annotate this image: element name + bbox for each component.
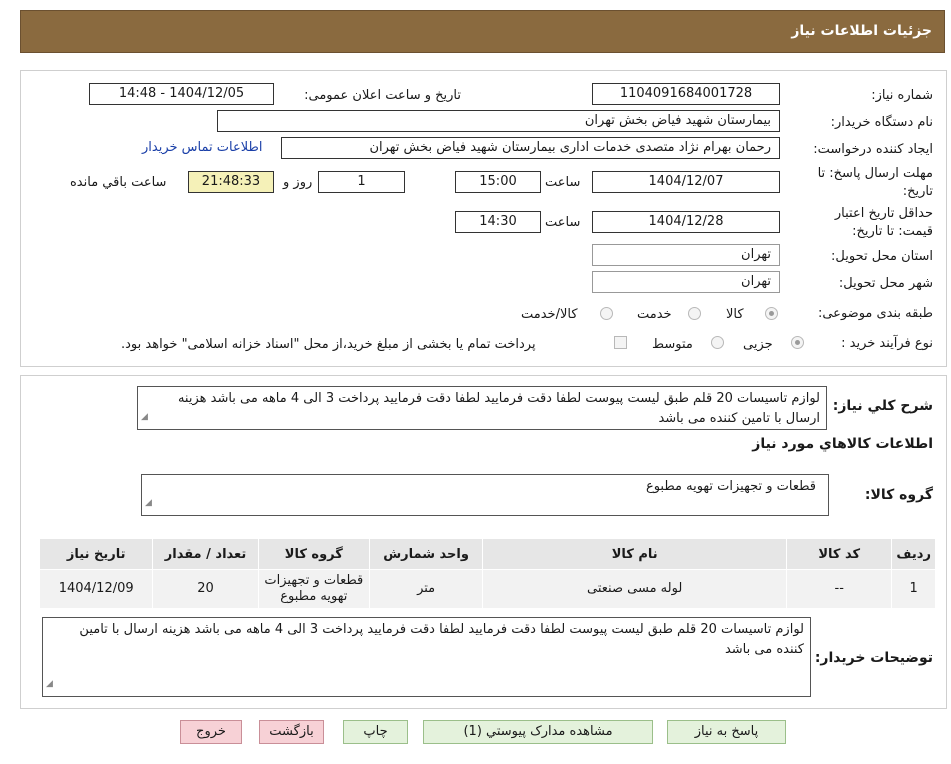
summary-label: شرح کلي نياز: <box>832 398 933 414</box>
table-header-row: رديف کد کالا نام کالا واحد شمارش گروه کا… <box>38 538 936 570</box>
validity-time-label: ساعت <box>545 215 581 230</box>
print-button[interactable]: چاپ <box>343 720 408 744</box>
category-both-radio[interactable] <box>600 307 613 320</box>
col-header-unit: واحد شمارش <box>368 538 484 570</box>
items-table: رديف کد کالا نام کالا واحد شمارش گروه کا… <box>38 538 936 609</box>
col-header-row: رديف <box>891 538 936 570</box>
requester-field: رحمان بهرام نژاد متصدی خدمات اداری بیمار… <box>281 137 780 159</box>
deadline-label-2: تاریخ: <box>902 184 933 199</box>
col-header-date: تاريخ نياز <box>38 538 154 570</box>
cell-group: قطعات و تجهیزات تهویه مطبوع <box>257 569 370 609</box>
validity-label-2: قیمت: تا تاریخ: <box>852 224 933 239</box>
process-minor-label: جزیی <box>743 337 773 352</box>
back-button[interactable]: بازگشت <box>259 720 324 744</box>
col-header-code: کد کالا <box>786 538 893 570</box>
exit-button[interactable]: خروج <box>180 720 242 744</box>
requester-label: ایجاد کننده درخواست: <box>813 142 933 157</box>
buyer-notes-label: توضیحات خریدار: <box>814 650 933 666</box>
buyer-org-field: بیمارستان شهید فیاض بخش تهران <box>217 110 780 132</box>
process-medium-label: متوسط <box>652 337 693 352</box>
deadline-date-field: 1404/12/07 <box>592 171 780 193</box>
deadline-time-field: 15:00 <box>455 171 541 193</box>
remaining-timer: 21:48:33 <box>188 171 274 193</box>
validity-label: حداقل تاریخ اعتبار <box>834 206 933 221</box>
category-service-label: خدمت <box>637 307 672 322</box>
announce-label: تاریخ و ساعت اعلان عمومی: <box>304 88 461 103</box>
remaining-label: ساعت باقي مانده <box>70 175 167 190</box>
cell-qty: 20 <box>152 569 259 609</box>
cell-date: 1404/12/09 <box>38 569 154 609</box>
summary-textarea[interactable]: لوازم تاسیسات 20 قلم طبق لیست پیوست لطفا… <box>137 386 827 430</box>
resize-grip-icon[interactable]: ◢ <box>141 407 148 427</box>
buyer-notes-text: لوازم تاسیسات 20 قلم طبق لیست پیوست لطفا… <box>79 622 804 657</box>
category-both-label: کالا/خدمت <box>521 307 578 322</box>
summary-text: لوازم تاسیسات 20 قلم طبق لیست پیوست لطفا… <box>177 391 820 426</box>
treasury-note: پرداخت تمام یا بخشی از مبلغ خرید،از محل … <box>121 337 536 352</box>
page-title: جزئیات اطلاعات نیاز <box>791 23 932 39</box>
col-header-group: گروه کالا <box>257 538 370 570</box>
reply-button[interactable]: پاسخ به نیاز <box>667 720 786 744</box>
province-field: تهران <box>592 244 780 266</box>
category-service-radio[interactable] <box>688 307 701 320</box>
validity-date-field: 1404/12/28 <box>592 211 780 233</box>
cell-name: لوله مسی صنعتی <box>482 569 788 609</box>
buyer-notes-textarea[interactable]: لوازم تاسیسات 20 قلم طبق لیست پیوست لطفا… <box>42 617 811 697</box>
resize-grip-icon[interactable]: ◢ <box>46 674 53 694</box>
deadline-label: مهلت ارسال پاسخ: تا <box>817 166 933 181</box>
days-label: روز و <box>283 175 313 190</box>
city-field: تهران <box>592 271 780 293</box>
resize-grip-icon[interactable]: ◢ <box>145 493 152 513</box>
need-number-field: 1104091684001728 <box>592 83 780 105</box>
treasury-checkbox[interactable] <box>614 336 627 349</box>
province-label: استان محل تحویل: <box>831 249 933 264</box>
page-header: جزئیات اطلاعات نیاز <box>20 10 945 53</box>
category-goods-label: کالا <box>726 307 744 322</box>
goods-group-label: گروه کالا: <box>864 487 933 503</box>
city-label: شهر محل تحویل: <box>838 276 933 291</box>
goods-group-text: قطعات و تجهیزات تهویه مطبوع <box>645 479 816 494</box>
cell-row: 1 <box>891 569 936 609</box>
deadline-time-label: ساعت <box>545 175 581 190</box>
process-minor-radio[interactable] <box>791 336 804 349</box>
category-label: طبقه بندی موضوعی: <box>817 306 933 321</box>
deadline-days-field: 1 <box>318 171 405 193</box>
attachments-button[interactable]: مشاهده مدارک پیوستي (1) <box>423 720 653 744</box>
validity-time-field: 14:30 <box>455 211 541 233</box>
goods-section-title: اطلاعات کالاهاي مورد نياز <box>752 436 933 452</box>
process-medium-radio[interactable] <box>711 336 724 349</box>
col-header-qty: تعداد / مقدار <box>152 538 259 570</box>
category-goods-radio[interactable] <box>765 307 778 320</box>
goods-group-field[interactable]: قطعات و تجهیزات تهویه مطبوع ◢ <box>141 474 829 516</box>
need-number-label: شماره نیاز: <box>871 88 933 103</box>
table-row[interactable]: 1 -- لوله مسی صنعتی متر قطعات و تجهیزات … <box>38 569 936 609</box>
cell-code: -- <box>786 569 893 609</box>
process-label: نوع فرآیند خرید : <box>841 336 933 351</box>
buyer-org-label: نام دستگاه خریدار: <box>830 115 933 130</box>
cell-unit: متر <box>368 569 484 609</box>
buyer-contact-link[interactable]: اطلاعات تماس خریدار <box>142 140 262 155</box>
col-header-name: نام کالا <box>482 538 788 570</box>
announce-field: 1404/12/05 - 14:48 <box>89 83 274 105</box>
